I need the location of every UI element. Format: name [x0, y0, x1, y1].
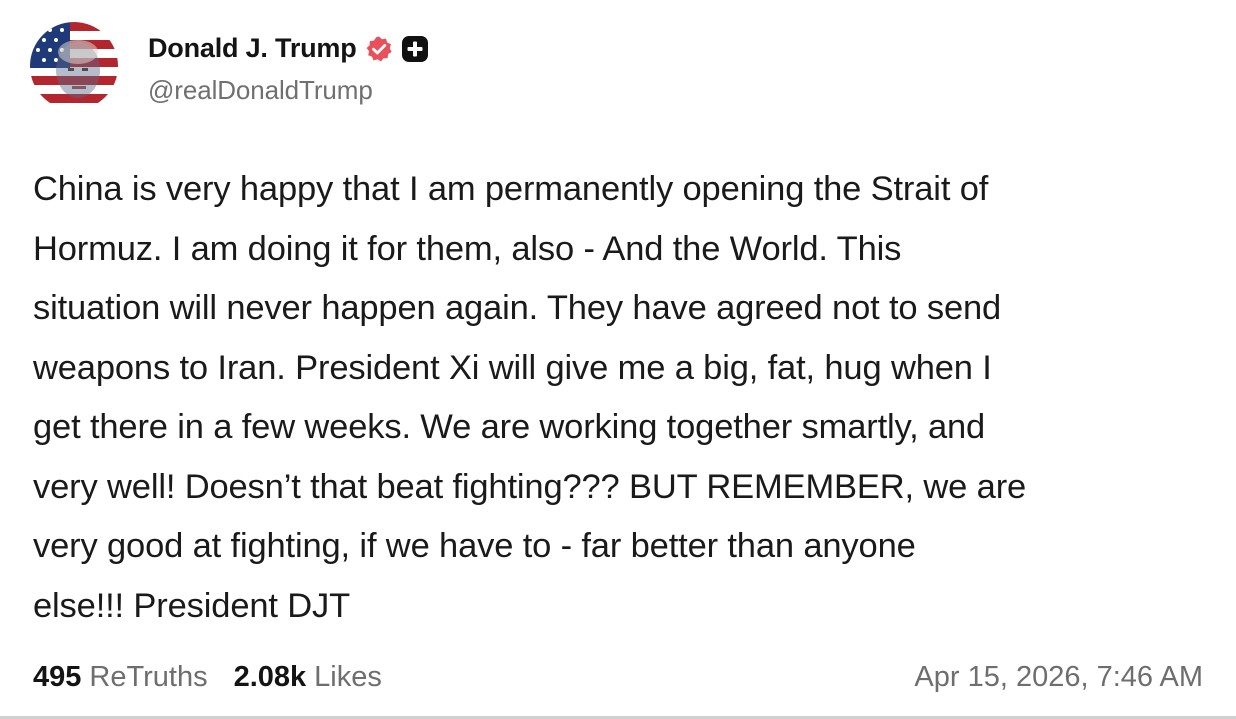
post-timestamp[interactable]: Apr 15, 2026, 7:46 AM: [914, 661, 1203, 694]
retruths-count: 495: [33, 660, 82, 693]
flag-portrait-avatar-icon: [30, 22, 118, 110]
post-text-line: get there in a few weeks. We are working…: [33, 408, 986, 446]
verified-badge-icon: [365, 35, 393, 63]
post-text-line: else!!! President DJT: [33, 586, 351, 625]
avatar[interactable]: [30, 22, 118, 110]
post-text-line: very good at fighting, if we have to - f…: [33, 527, 916, 565]
post-card: Donald J. Trump @realDonaldTrump China i…: [0, 0, 1236, 719]
post-header: Donald J. Trump @realDonaldTrump: [30, 20, 429, 112]
likes-label: Likes: [314, 660, 382, 693]
post-footer: 495 ReTruths 2.08k Likes Apr 15, 2026, 7…: [33, 652, 1203, 702]
plus-badge-icon: [401, 35, 429, 63]
author-handle[interactable]: @realDonaldTrump: [148, 75, 429, 106]
likes-count: 2.08k: [233, 660, 307, 693]
name-row: Donald J. Trump: [148, 27, 429, 71]
post-text-line: situation will never happen again. They …: [33, 289, 1002, 327]
post-text-line: very well! Doesn’t that beat fighting???…: [33, 467, 1027, 506]
author-display-name[interactable]: Donald J. Trump: [148, 33, 357, 64]
likes-stat[interactable]: 2.08k Likes: [234, 661, 382, 694]
post-text-line: Hormuz. I am doing it for them, also - A…: [33, 229, 902, 268]
post-text-line: weapons to Iran. President Xi will give …: [33, 348, 992, 387]
post-text-line: China is very happy that I am permanentl…: [33, 170, 989, 208]
post-text: China is very happy that I am permanentl…: [33, 160, 1203, 636]
author-identity: Donald J. Trump @realDonaldTrump: [148, 27, 429, 106]
retruths-label: ReTruths: [89, 660, 208, 693]
retruths-stat[interactable]: 495 ReTruths: [33, 661, 208, 694]
